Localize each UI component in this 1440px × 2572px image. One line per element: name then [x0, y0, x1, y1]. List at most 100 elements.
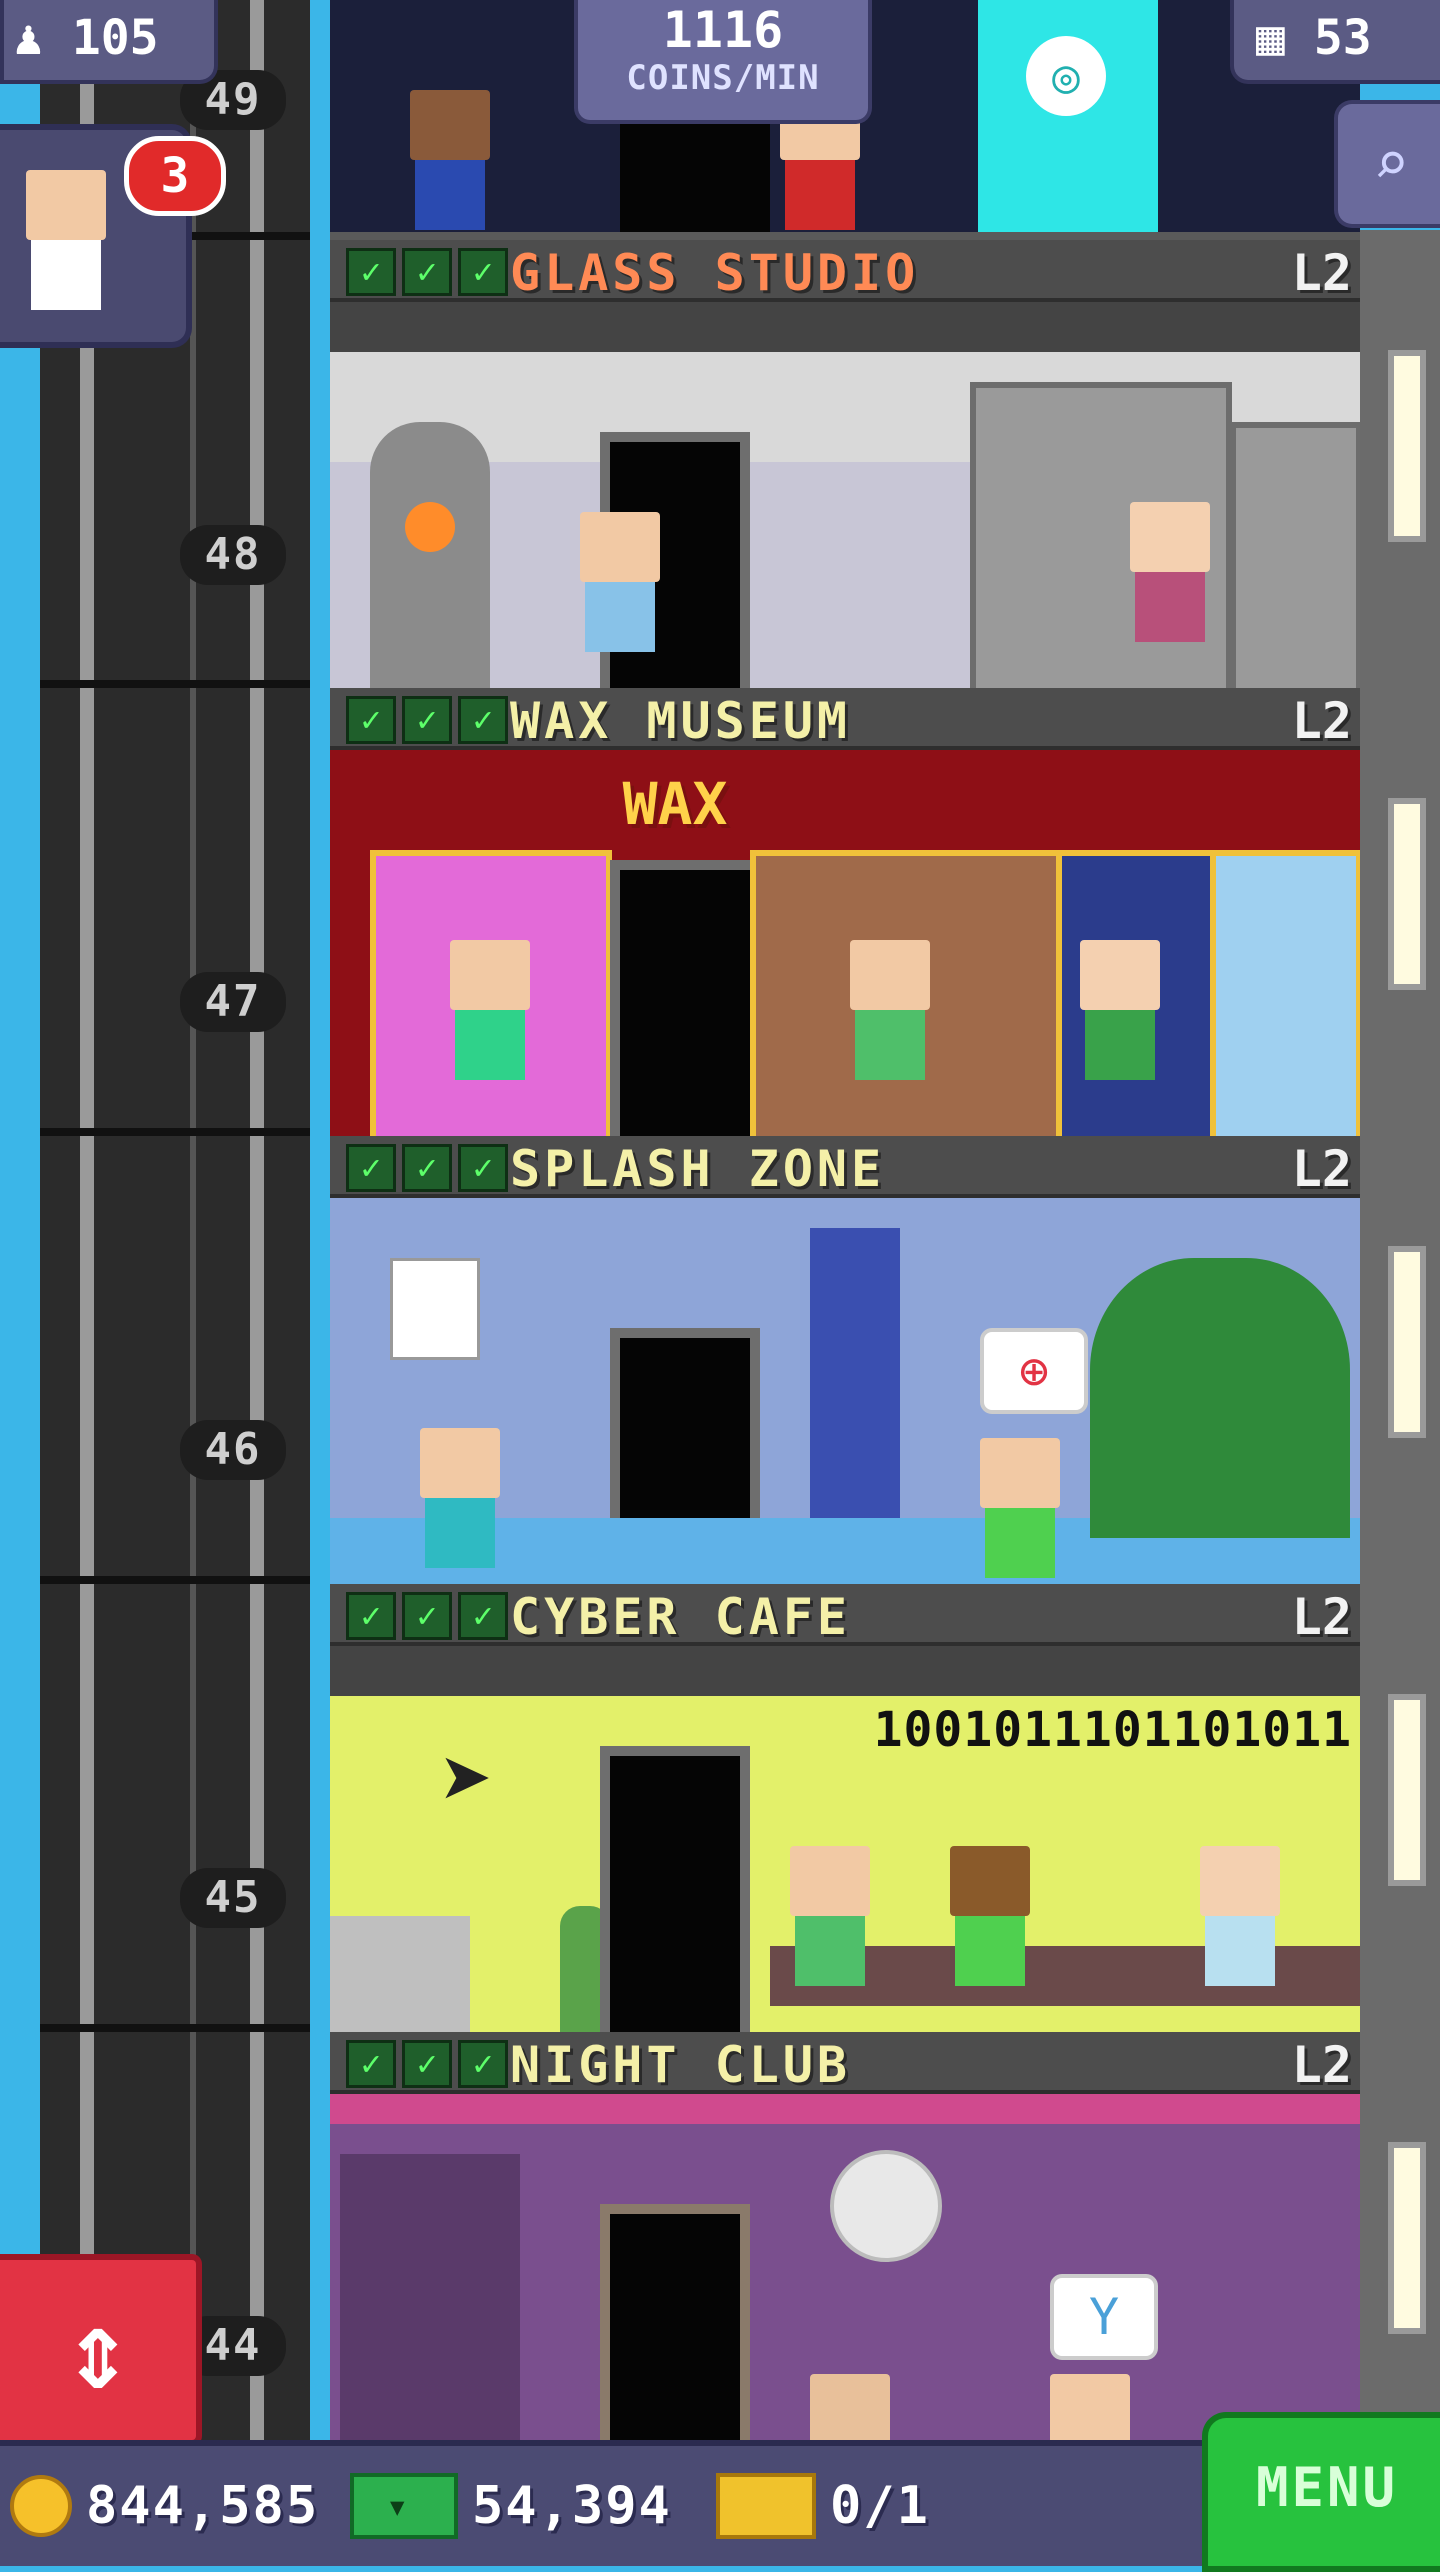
- floor-door: [610, 860, 760, 1136]
- floor-door: [620, 110, 770, 232]
- shaft-divider: [40, 1576, 310, 1584]
- bitizen[interactable]: [980, 1438, 1060, 1578]
- floor-header: ✓ ✓ ✓ CYBER CAFE L2: [330, 1584, 1360, 1646]
- floor-header: ✓ ✓ ✓ SPLASH ZONE L2: [330, 1136, 1360, 1198]
- floor-header: ✓ ✓ ✓ NIGHT CLUB L2: [330, 2032, 1360, 2094]
- bitizen[interactable]: [580, 512, 660, 652]
- check-icon: ✓: [346, 2040, 396, 2088]
- check-icon: ✓: [346, 248, 396, 296]
- coins-per-minute-panel: 1116 COINS/MIN: [574, 0, 872, 124]
- check-icon: ✓: [402, 248, 452, 296]
- cursor-icon: ➤: [440, 1728, 495, 1833]
- check-icon: ✓: [458, 2040, 508, 2088]
- elevator-shaft[interactable]: 49 48 47 46 45 44: [40, 0, 310, 2440]
- floor-name: CYBER CAFE: [510, 1588, 852, 1646]
- floor-name: WAX MUSEUM: [510, 692, 852, 750]
- glass-shelf: [1230, 422, 1360, 688]
- check-icon: ✓: [458, 248, 508, 296]
- floor-name: SPLASH ZONE: [510, 1140, 886, 1198]
- exterior-window: [1388, 2142, 1426, 2334]
- elevator-button[interactable]: ⇕: [0, 2254, 202, 2446]
- bitizen[interactable]: [1080, 940, 1160, 1080]
- coins-per-minute-label: COINS/MIN: [626, 58, 820, 98]
- magnifier-icon: ⌕: [1372, 129, 1410, 199]
- check-icon: ✓: [402, 1592, 452, 1640]
- coins-display[interactable]: 844,585: [10, 2468, 319, 2544]
- check-icon: ✓: [346, 1144, 396, 1192]
- bitizen[interactable]: [790, 1846, 870, 1986]
- floor-night-club[interactable]: ✓ ✓ ✓ NIGHT CLUB L2 Y: [330, 2032, 1360, 2480]
- binary-wall-text: 1001011101101011: [873, 1702, 1352, 1758]
- check-icon: ✓: [458, 696, 508, 744]
- exterior-window: [1388, 1246, 1426, 1438]
- coins-per-minute-value: 1116: [662, 1, 784, 59]
- floor-level: L2: [1291, 692, 1352, 750]
- ceiling: [330, 302, 1360, 352]
- bitizen[interactable]: [1200, 1846, 1280, 1986]
- coins-value: 844,585: [86, 2476, 320, 2536]
- building-exterior: [1360, 230, 1440, 2440]
- coin-icon: [10, 2475, 72, 2537]
- floor-wax-museum[interactable]: ✓ ✓ ✓ WAX MUSEUM L2 WAX: [330, 688, 1360, 1136]
- elevator-cable: [190, 0, 196, 2440]
- floor-header: ✓ ✓ ✓ WAX MUSEUM L2: [330, 688, 1360, 750]
- shaft-divider: [40, 1128, 310, 1136]
- floor-level: L2: [1291, 1140, 1352, 1198]
- exterior-window: [1388, 798, 1426, 990]
- bitizen[interactable]: [950, 1846, 1030, 1986]
- front-counter: [330, 1916, 470, 2032]
- check-icon: ✓: [402, 696, 452, 744]
- bitizen[interactable]: [420, 1428, 500, 1568]
- bitizen[interactable]: [1130, 502, 1210, 642]
- poster: [390, 1258, 480, 1360]
- cocktail-thought-bubble: Y: [1050, 2274, 1158, 2360]
- check-icon: ✓: [346, 696, 396, 744]
- kiln-fire: [405, 502, 455, 552]
- floor-number-45: 45: [180, 1868, 286, 1928]
- check-icon: ✓: [458, 1144, 508, 1192]
- shaft-rail-right: [250, 0, 264, 2440]
- tickets-display[interactable]: 0/1: [716, 2468, 930, 2544]
- wax-museum-room: WAX: [330, 750, 1360, 1136]
- stock-checks: ✓ ✓ ✓: [346, 1592, 508, 1640]
- menu-button[interactable]: MENU: [1202, 2412, 1440, 2572]
- stock-checks: ✓ ✓ ✓: [346, 248, 508, 296]
- tower-bux-value: 54,394: [472, 2476, 672, 2536]
- splash-zone-room: ⊕: [330, 1198, 1360, 1584]
- search-button[interactable]: ⌕: [1334, 100, 1440, 228]
- bar-shelves: [340, 2154, 520, 2480]
- population-counter[interactable]: ♟ 105: [0, 0, 218, 84]
- check-icon: ✓: [402, 2040, 452, 2088]
- tower-bux-display[interactable]: ▼ 54,394: [350, 2468, 672, 2544]
- floor-level: L2: [1291, 2036, 1352, 2094]
- exterior-window: [1388, 1694, 1426, 1886]
- bitizen[interactable]: [850, 940, 930, 1080]
- up-down-arrows-icon: ⇕: [64, 2286, 132, 2414]
- floor-header: ✓ ✓ ✓ GLASS STUDIO L2: [330, 240, 1360, 302]
- floor-name: NIGHT CLUB: [510, 2036, 852, 2094]
- shaft-divider: [40, 2024, 310, 2032]
- shaft-divider: [40, 680, 310, 688]
- floor-door: [600, 2204, 750, 2480]
- hologram-screen: ◎: [978, 0, 1158, 232]
- lifebuoy-thought-bubble: ⊕: [980, 1328, 1088, 1414]
- floor-level: L2: [1291, 244, 1352, 302]
- building-icon: ▦: [1256, 10, 1285, 66]
- wax-sign: WAX: [622, 770, 728, 838]
- population-value: 105: [71, 10, 159, 66]
- disco-ball: [830, 2150, 942, 2262]
- visitor-count-badge: 3: [124, 136, 226, 216]
- bitizen[interactable]: [410, 90, 490, 230]
- visitor-avatar: [26, 170, 106, 310]
- stock-checks: ✓ ✓ ✓: [346, 1144, 508, 1192]
- floor-splash-zone[interactable]: ✓ ✓ ✓ SPLASH ZONE L2 ⊕: [330, 1136, 1360, 1584]
- stock-checks: ✓ ✓ ✓: [346, 696, 508, 744]
- bitizen[interactable]: [450, 940, 530, 1080]
- floor-cyber-cafe[interactable]: ✓ ✓ ✓ CYBER CAFE L2 1001011101101011 ➤: [330, 1584, 1360, 2032]
- exterior-window: [1388, 350, 1426, 542]
- floor-name: GLASS STUDIO: [510, 244, 920, 302]
- floor-glass-studio[interactable]: ✓ ✓ ✓ GLASS STUDIO L2: [330, 240, 1360, 688]
- floor-count-button[interactable]: ▦ 53: [1230, 0, 1440, 84]
- floor-level: L2: [1291, 1588, 1352, 1646]
- vip-visitor-button[interactable]: 3: [0, 124, 226, 348]
